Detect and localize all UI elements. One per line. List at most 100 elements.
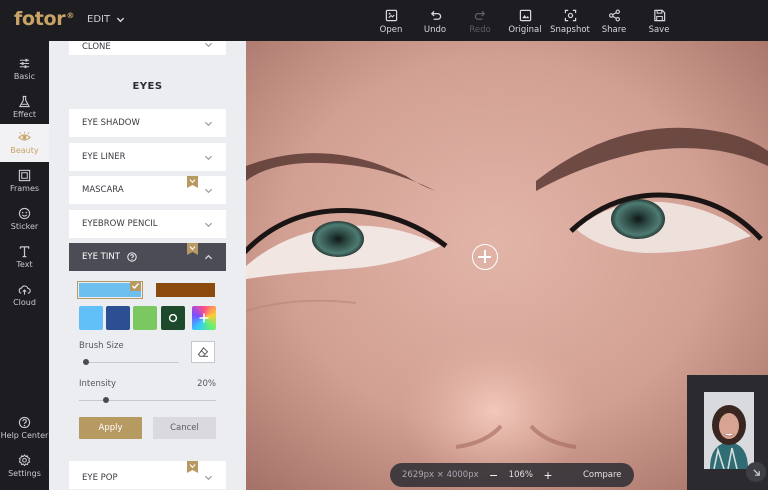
- snapshot-label: Snapshot: [550, 25, 590, 35]
- snapshot-icon: [564, 9, 576, 22]
- collapse-arrow-icon: [752, 468, 760, 476]
- help-icon[interactable]: [127, 252, 137, 262]
- accordion-label: CLONE: [82, 42, 111, 52]
- sidebar-item-label: Help Center: [0, 431, 49, 440]
- intensity-track[interactable]: [79, 400, 216, 401]
- sidebar-item-label: Cloud: [13, 298, 36, 307]
- fotor-editor: fotor® EDIT Open Undo Redo Original Snap…: [0, 0, 768, 490]
- sidebar-item-beauty[interactable]: Beauty: [0, 124, 49, 162]
- chevron-down-icon: [204, 155, 213, 160]
- tint-swatch-brown[interactable]: [156, 283, 215, 297]
- share-icon: [608, 9, 620, 22]
- top-bar: fotor® EDIT Open Undo Redo Original Snap…: [0, 0, 768, 41]
- apply-button[interactable]: Apply: [79, 417, 142, 439]
- accordion-mascara[interactable]: MASCARA: [69, 176, 226, 204]
- sidebar-item-label: Settings: [8, 469, 41, 478]
- cloud-icon: [18, 285, 31, 295]
- plus-icon: [199, 313, 209, 323]
- zoom-value: 106%: [508, 470, 533, 480]
- chevron-down-icon: [204, 42, 213, 47]
- sliders-icon: [19, 58, 30, 69]
- eye-tint-title: EYE TINT: [82, 252, 137, 262]
- accordion-eye-pop[interactable]: EYE POP: [69, 461, 226, 489]
- sidebar-item-help-center[interactable]: Help Center: [0, 409, 49, 447]
- snapshot-button[interactable]: Snapshot: [548, 9, 592, 39]
- brush-size-knob[interactable]: [83, 359, 89, 365]
- intensity-knob[interactable]: [103, 397, 110, 403]
- chevron-down-icon: [204, 188, 213, 193]
- accordion-eyebrow-pencil[interactable]: EYEBROW PENCIL: [69, 210, 226, 238]
- sidebar-item-label: Frames: [9, 184, 40, 193]
- premium-badge-icon: [187, 176, 198, 188]
- save-icon: [653, 9, 665, 22]
- eye-icon: [18, 131, 31, 141]
- sidebar-item-text[interactable]: Text: [0, 238, 49, 276]
- eraser-button[interactable]: [191, 341, 215, 363]
- zoom-in-button[interactable]: +: [543, 469, 553, 482]
- navigator-toggle[interactable]: [746, 462, 766, 482]
- sidebar-item-settings[interactable]: Settings: [0, 447, 49, 485]
- accordion-eye-tint[interactable]: EYE TINT: [69, 243, 226, 271]
- cancel-button[interactable]: Cancel: [153, 417, 216, 439]
- image-dimensions: 2629px × 4000px: [402, 470, 479, 480]
- color-chip-light-blue[interactable]: [79, 306, 103, 330]
- edit-menu-label: EDIT: [87, 14, 111, 25]
- share-label: Share: [601, 25, 627, 35]
- chevron-down-icon: [116, 17, 125, 23]
- settings-icon: [18, 454, 31, 467]
- accordion-eye-liner[interactable]: EYE LINER: [69, 143, 226, 171]
- intensity-label: Intensity: [79, 379, 116, 389]
- accordion-label: MASCARA: [82, 185, 124, 195]
- sidebar-item-label: Text: [16, 260, 33, 269]
- undo-label: Undo: [423, 25, 447, 35]
- navigator-thumbnail[interactable]: [704, 392, 754, 469]
- original-button[interactable]: Original: [503, 9, 547, 39]
- brush-cursor: [472, 244, 498, 270]
- sidebar-item-basic[interactable]: Basic: [0, 50, 49, 88]
- redo-button[interactable]: Redo: [458, 9, 502, 39]
- zoom-out-button[interactable]: −: [489, 469, 499, 482]
- navigator-panel[interactable]: [687, 375, 768, 490]
- save-button[interactable]: Save: [637, 9, 681, 39]
- color-chip-green[interactable]: [133, 306, 157, 330]
- chevron-up-icon: [204, 254, 213, 259]
- sidebar-item-frames[interactable]: Frames: [0, 162, 49, 200]
- color-chip-dark-green[interactable]: [161, 306, 185, 330]
- text-icon: [19, 246, 30, 258]
- chevron-down-icon: [204, 121, 213, 126]
- undo-button[interactable]: Undo: [413, 9, 457, 39]
- check-icon: [130, 281, 141, 291]
- photo-canvas[interactable]: 2629px × 4000px − 106% + Compare: [246, 41, 768, 490]
- original-icon: [519, 9, 531, 22]
- open-button[interactable]: Open: [369, 9, 413, 39]
- flask-icon: [18, 95, 31, 108]
- premium-badge-icon: [187, 461, 198, 473]
- color-chip-dark-blue[interactable]: [106, 306, 130, 330]
- help-icon: [18, 416, 31, 429]
- accordion-eye-shadow[interactable]: EYE SHADOW: [69, 109, 226, 137]
- sidebar-item-cloud[interactable]: Cloud: [0, 276, 49, 314]
- left-rail: Basic Effect Beauty Frames Sticker Text …: [0, 41, 49, 490]
- brush-size-track[interactable]: [83, 362, 179, 363]
- sidebar-item-label: Effect: [12, 110, 37, 119]
- zoom-bar: 2629px × 4000px − 106% + Compare: [390, 463, 634, 487]
- intensity-value: 20%: [197, 379, 216, 389]
- redo-label: Redo: [469, 25, 491, 35]
- sidebar-item-label: Beauty: [10, 146, 39, 155]
- section-title: EYES: [132, 81, 163, 92]
- edit-menu[interactable]: EDIT: [87, 14, 125, 25]
- custom-color-button[interactable]: [192, 306, 216, 330]
- share-button[interactable]: Share: [592, 9, 636, 39]
- accordion-label: EYE TINT: [82, 252, 120, 262]
- sticker-icon: [18, 207, 31, 220]
- compare-button[interactable]: Compare: [583, 470, 622, 480]
- fotor-logo[interactable]: fotor®: [14, 8, 74, 30]
- accordion-clone[interactable]: CLONE: [69, 41, 226, 55]
- accordion-label: EYEBROW PENCIL: [82, 219, 158, 229]
- sidebar-item-label: Basic: [13, 72, 36, 81]
- sidebar-item-sticker[interactable]: Sticker: [0, 200, 49, 238]
- chevron-down-icon: [204, 222, 213, 227]
- redo-icon: [474, 10, 485, 20]
- undo-icon: [430, 10, 441, 20]
- sidebar-item-effect[interactable]: Effect: [0, 88, 49, 126]
